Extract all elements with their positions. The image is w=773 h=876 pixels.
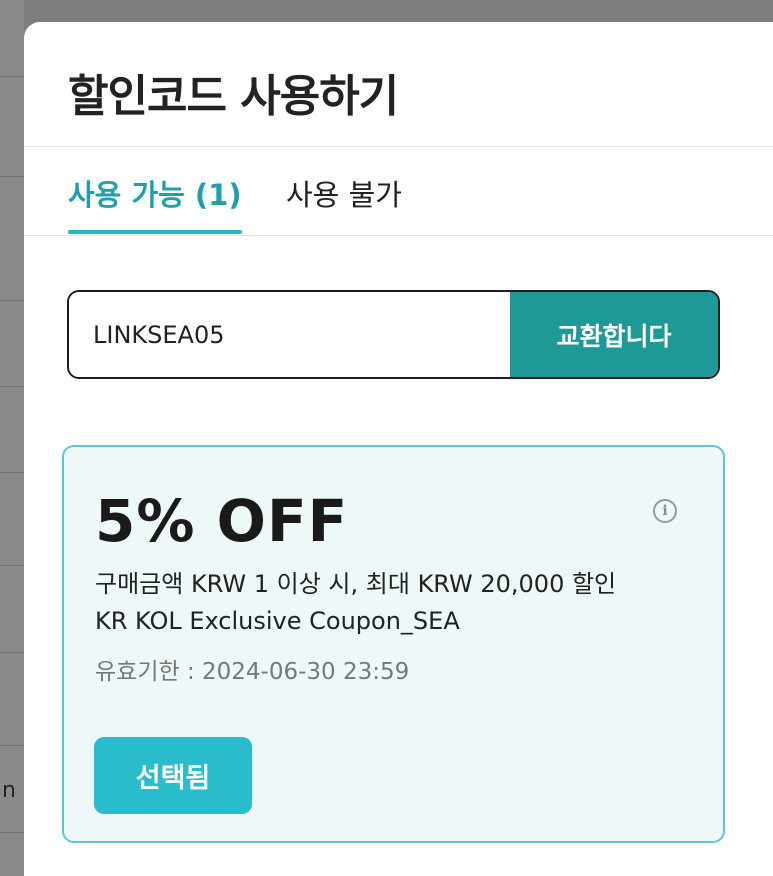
info-icon[interactable]: i — [653, 499, 677, 523]
tab-available[interactable]: 사용 가능 (1) — [68, 172, 242, 214]
background-divider — [0, 176, 24, 177]
background-divider — [0, 76, 24, 77]
background-text-fragment: n — [2, 778, 16, 803]
active-tab-indicator — [68, 230, 242, 234]
discount-code-modal: 할인코드 사용하기 사용 가능 (1) 사용 불가 교환합니다 5% OFF i… — [24, 22, 773, 876]
coupon-condition: 구매금액 KRW 1 이상 시, 최대 KRW 20,000 할인 — [95, 570, 617, 598]
coupon-expiry: 유효기한 : 2024-06-30 23:59 — [95, 659, 410, 685]
background-divider — [0, 565, 24, 566]
background-divider — [0, 745, 24, 746]
discount-code-input[interactable] — [69, 292, 510, 377]
coupon-amount: 5% OFF — [95, 487, 349, 555]
tab-unavailable[interactable]: 사용 불가 — [286, 172, 402, 214]
coupon-name: KR KOL Exclusive Coupon_SEA — [95, 607, 460, 635]
background-divider — [0, 832, 24, 833]
background-divider — [0, 652, 24, 653]
background-divider — [0, 472, 24, 473]
code-entry: 교환합니다 — [67, 290, 720, 379]
title-divider — [24, 146, 773, 147]
coupon-card[interactable]: 5% OFF i 구매금액 KRW 1 이상 시, 최대 KRW 20,000 … — [62, 445, 725, 843]
background-divider — [0, 386, 24, 387]
modal-title: 할인코드 사용하기 — [68, 71, 399, 122]
redeem-button[interactable]: 교환합니다 — [510, 292, 718, 377]
background-divider — [0, 300, 24, 301]
background-page: n — [0, 0, 24, 876]
tabs-divider — [24, 235, 773, 236]
selected-button[interactable]: 선택됨 — [94, 737, 252, 814]
